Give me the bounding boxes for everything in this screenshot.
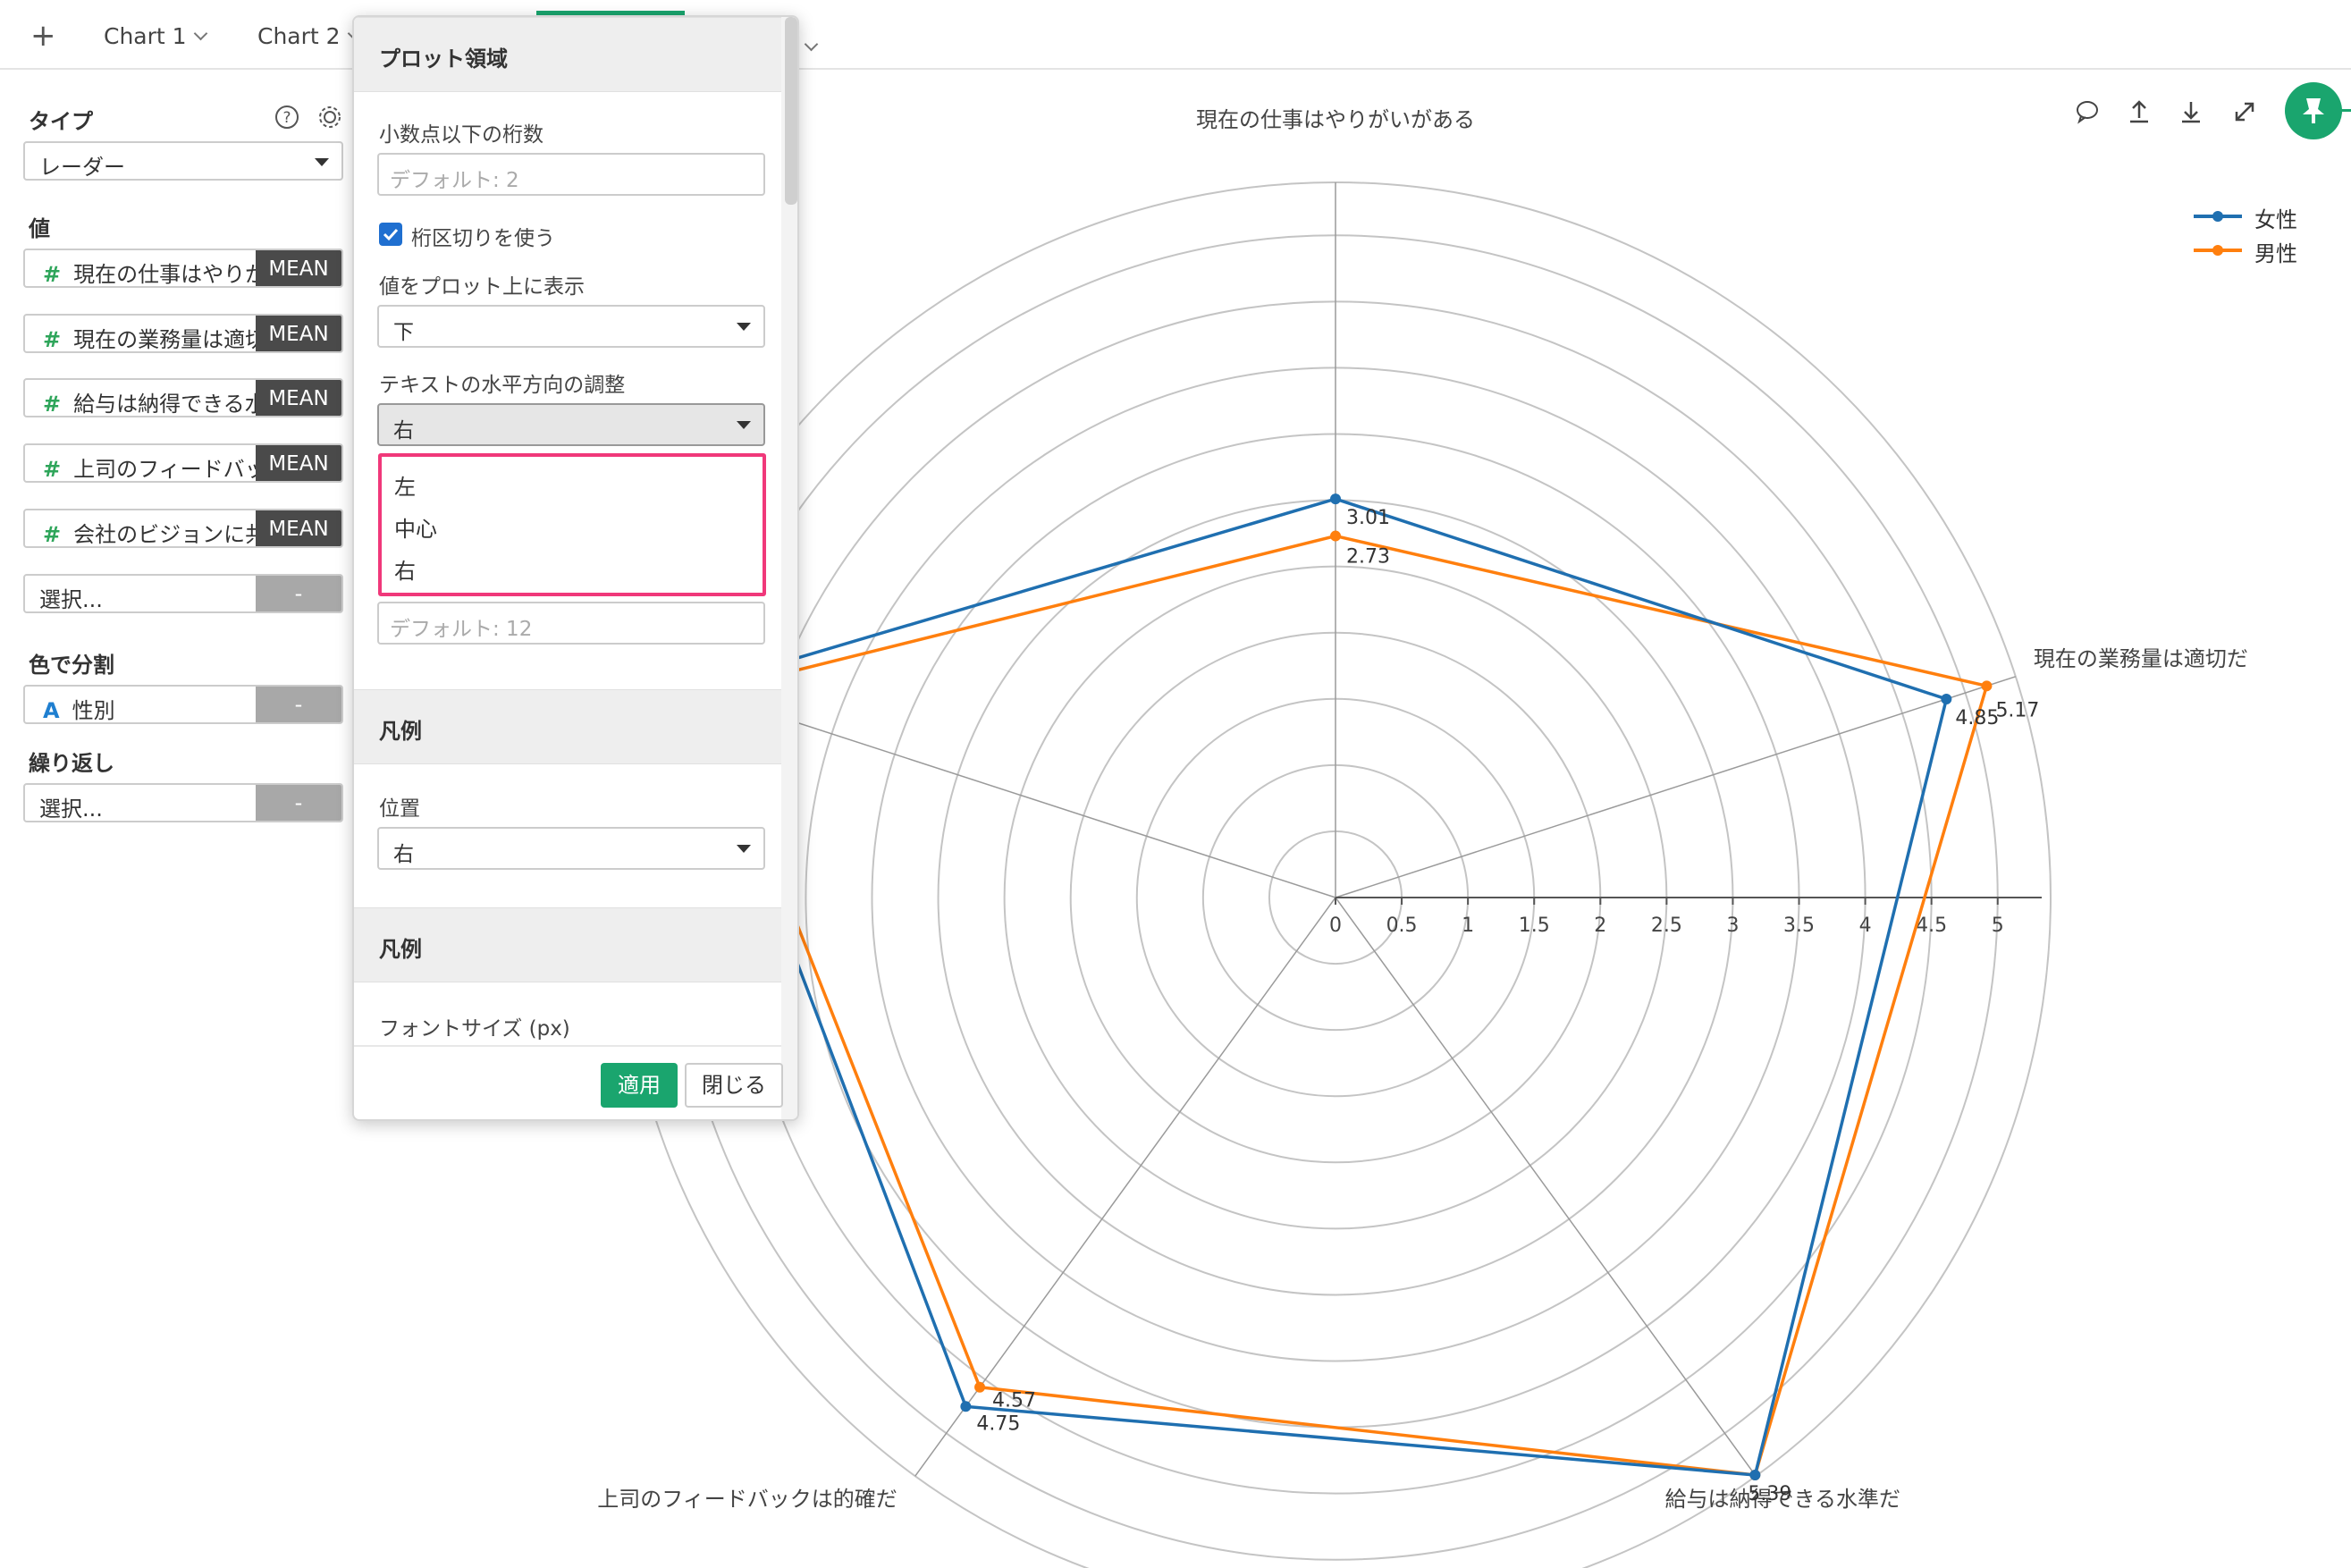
radial-tick-label: 4.5 bbox=[1916, 915, 1947, 937]
data-label: 3.01 bbox=[1346, 507, 1390, 529]
radial-tick-label: 4 bbox=[1859, 915, 1872, 937]
caret-down-icon bbox=[737, 323, 751, 331]
radial-tick-label: 2 bbox=[1594, 915, 1606, 937]
radial-tick-label: 0 bbox=[1329, 915, 1342, 937]
radial-tick-label: 2.5 bbox=[1651, 915, 1682, 937]
data-point-male bbox=[1981, 680, 1993, 692]
caret-down-icon bbox=[737, 421, 751, 429]
checkmark-icon bbox=[383, 228, 399, 241]
halign-select[interactable]: 右 bbox=[377, 403, 765, 446]
section-header-plot-area: プロット領域 bbox=[354, 17, 781, 92]
data-point-female bbox=[1941, 693, 1952, 704]
series-line-male bbox=[704, 534, 1989, 1477]
data-point-female bbox=[1749, 1470, 1761, 1481]
option-left[interactable]: 左 bbox=[394, 469, 416, 501]
legend-position-label: 位置 bbox=[379, 797, 420, 821]
axis-spoke bbox=[1335, 897, 1757, 1477]
section-header-legend: 凡例 bbox=[354, 689, 781, 764]
decimals-input[interactable]: デフォルト: 2 bbox=[377, 153, 765, 196]
legend-position-select[interactable]: 右 bbox=[377, 827, 765, 870]
section-header-legend-2: 凡例 bbox=[354, 907, 781, 982]
halign-dropdown-list: 左 中心 右 bbox=[378, 453, 766, 596]
legend-fontsize-label: フォントサイズ (px) bbox=[379, 1017, 570, 1041]
show-values-label: 値をプロット上に表示 bbox=[379, 275, 585, 299]
data-point-female bbox=[960, 1401, 972, 1412]
axis-spoke bbox=[1335, 676, 2017, 898]
caret-down-icon bbox=[737, 845, 751, 853]
scrollbar-thumb[interactable] bbox=[785, 17, 797, 205]
data-point-female bbox=[1330, 493, 1341, 505]
radial-tick-label: 1 bbox=[1462, 915, 1474, 937]
option-center[interactable]: 中心 bbox=[394, 511, 437, 543]
radial-tick-label: 1.5 bbox=[1519, 915, 1550, 937]
option-right[interactable]: 右 bbox=[394, 553, 416, 585]
section-title: プロット領域 bbox=[379, 46, 508, 72]
separator-checkbox[interactable] bbox=[379, 223, 402, 246]
data-label: 2.73 bbox=[1346, 546, 1390, 569]
data-label: 4.57 bbox=[992, 1390, 1036, 1412]
data-label: 4.85 bbox=[1955, 707, 1999, 729]
select-value: 右 bbox=[393, 843, 414, 866]
data-point-male bbox=[1330, 530, 1341, 542]
apply-button[interactable]: 適用 bbox=[601, 1063, 678, 1108]
show-values-select[interactable]: 下 bbox=[377, 305, 765, 348]
axis-label: 上司のフィードバックは的確だ bbox=[597, 1487, 897, 1512]
radial-tick-label: 0.5 bbox=[1386, 915, 1418, 937]
data-label: 5.17 bbox=[1995, 699, 2039, 721]
fontsize-input[interactable]: デフォルト: 12 bbox=[377, 602, 765, 645]
plot-settings-popup: プロット領域 小数点以下の桁数 デフォルト: 2 桁区切りを使う 値をプロット上… bbox=[352, 15, 799, 1121]
select-value: 右 bbox=[393, 419, 414, 443]
axis-label: 現在の仕事はやりがいがある bbox=[1196, 107, 1475, 132]
decimals-label: 小数点以下の桁数 bbox=[379, 123, 544, 147]
data-point-male bbox=[974, 1381, 986, 1393]
close-button[interactable]: 閉じる bbox=[685, 1063, 783, 1108]
halign-label: テキストの水平方向の調整 bbox=[379, 374, 626, 397]
radial-tick-label: 5 bbox=[1992, 915, 2004, 937]
divider bbox=[354, 1045, 781, 1047]
section-title: 凡例 bbox=[379, 719, 422, 744]
data-label: 5.39 bbox=[1748, 1483, 1791, 1505]
section-title: 凡例 bbox=[379, 937, 422, 962]
select-value: 下 bbox=[393, 321, 414, 344]
axis-label: 現在の業務量は適切だ bbox=[2034, 646, 2248, 671]
radial-tick-label: 3 bbox=[1726, 915, 1739, 937]
radial-tick-label: 3.5 bbox=[1783, 915, 1815, 937]
data-label: 4.75 bbox=[976, 1412, 1020, 1435]
separator-label: 桁区切りを使う bbox=[411, 227, 555, 250]
